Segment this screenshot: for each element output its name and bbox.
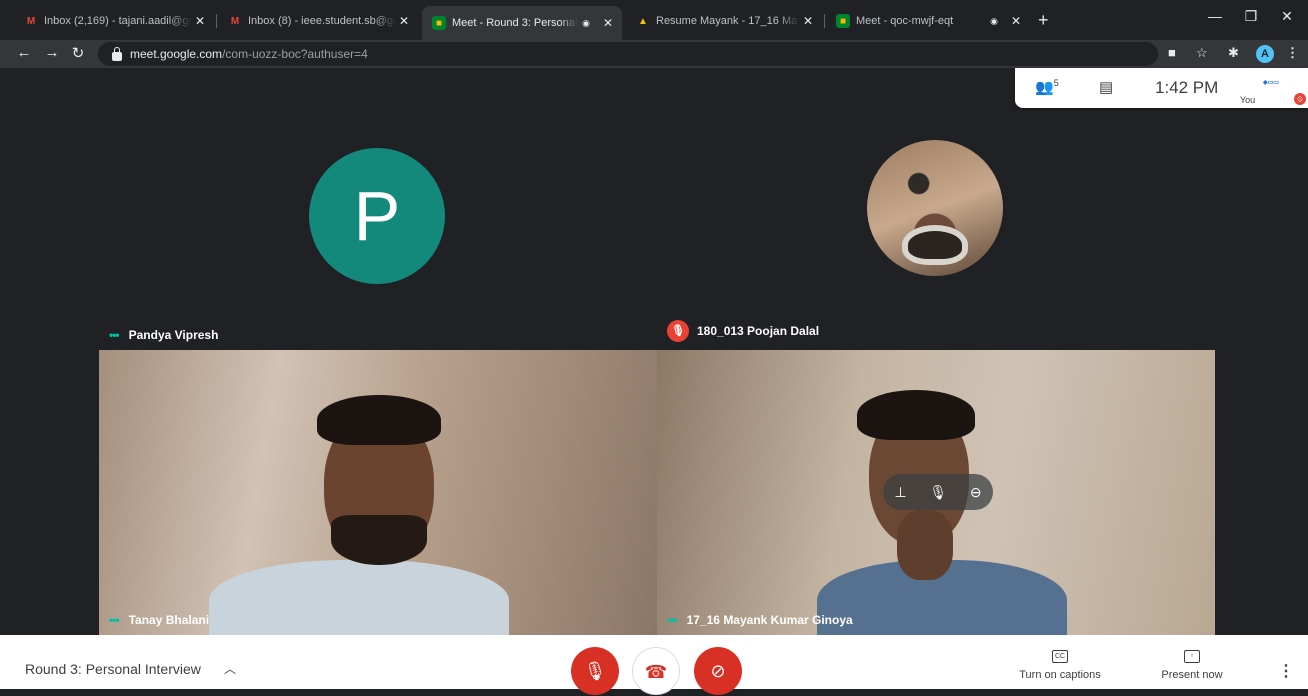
- tab-drive[interactable]: ▲ Resume Mayank - 17_16 Mayank ✕: [626, 8, 822, 34]
- tab-title: Meet - Round 3: Personal Int: [452, 17, 578, 29]
- meeting-controls-bar: Round 3: Personal Interview ︿ 🎙 ☎ ⊘ CC T…: [0, 635, 1308, 695]
- chat-icon[interactable]: ▤: [1099, 78, 1113, 96]
- recording-dot-icon: ◉: [582, 17, 590, 28]
- new-tab-icon[interactable]: +: [1038, 10, 1049, 31]
- meet-icon: ■: [432, 16, 446, 30]
- present-icon: ↑: [1184, 650, 1200, 663]
- video-feed: [317, 395, 441, 445]
- captions-label: Turn on captions: [1019, 669, 1101, 681]
- drive-icon: ▲: [638, 15, 648, 27]
- meeting-info-panel: 👥5 ▤ 1:42 PM ◆▭▭ You ⦸: [1015, 68, 1308, 108]
- participant-tile-poojan[interactable]: 🎙 180_013 Poojan Dalal: [657, 68, 1215, 350]
- gmail-icon: M: [26, 15, 36, 27]
- minimize-icon[interactable]: —: [1200, 8, 1230, 24]
- mic-toggle-button[interactable]: 🎙: [571, 647, 619, 695]
- bookmark-star-icon[interactable]: ☆: [1196, 45, 1208, 61]
- close-icon[interactable]: ✕: [396, 14, 412, 28]
- participant-tile-mayank[interactable]: ⊥ 🎙 ⊖ ••• 17_16 Mayank Kumar Ginoya: [657, 350, 1215, 635]
- close-icon[interactable]: ✕: [600, 16, 616, 30]
- mic-off-icon: 🎙: [583, 661, 607, 681]
- back-icon[interactable]: ←: [14, 44, 34, 61]
- lock-icon: [112, 46, 122, 61]
- tab-gmail-2[interactable]: M Inbox (8) - ieee.student.sb@gma ✕: [218, 8, 418, 34]
- avatar: P: [309, 148, 445, 284]
- tile-hover-controls: ⊥ 🎙 ⊖: [883, 474, 993, 510]
- hang-up-icon: ☎: [644, 662, 668, 682]
- speaking-indicator-icon: •••: [109, 328, 120, 342]
- forward-icon[interactable]: →: [42, 44, 62, 61]
- tab-title: Resume Mayank - 17_16 Mayank: [656, 15, 800, 27]
- mute-participant-icon[interactable]: 🎙: [929, 484, 947, 501]
- tab-meet-2[interactable]: ■ Meet - qoc-mwjf-eqt ◉ ✕: [826, 8, 1030, 34]
- speaking-indicator-icon: •••: [667, 613, 678, 627]
- participants-count: 5: [1053, 78, 1059, 88]
- tab-gmail-1[interactable]: M Inbox (2,169) - tajani.aadil@gma ✕: [14, 8, 214, 34]
- close-icon[interactable]: ✕: [800, 14, 816, 28]
- participant-name-label: ••• Pandya Vipresh: [109, 328, 219, 342]
- meeting-clock: 1:42 PM: [1155, 78, 1219, 97]
- recording-dot-icon: ◉: [990, 15, 998, 26]
- chevron-up-icon[interactable]: ︿: [224, 660, 236, 677]
- present-label: Present now: [1161, 669, 1223, 681]
- profile-avatar[interactable]: A: [1256, 45, 1274, 63]
- participant-name-label: ••• 17_16 Mayank Kumar Ginoya: [667, 613, 853, 627]
- meet-icon: ■: [836, 14, 850, 28]
- mic-off-icon: ⦸: [1294, 93, 1306, 105]
- participant-name-label: 🎙 180_013 Poojan Dalal: [667, 320, 819, 342]
- more-options-icon[interactable]: ⋮: [1278, 661, 1294, 681]
- reload-icon[interactable]: ↻: [68, 44, 88, 62]
- url-text: meet.google.com/com-uozz-boc?authuser=4: [130, 47, 368, 61]
- browser-tab-strip: M Inbox (2,169) - tajani.aadil@gma ✕ M I…: [0, 0, 1308, 40]
- camera-off-icon: ⊘: [710, 661, 726, 681]
- participant-name-label: ••• Tanay Bhalani: [109, 613, 210, 627]
- gmail-icon: M: [230, 15, 240, 27]
- video-feed: [209, 560, 509, 635]
- avatar: [867, 140, 1003, 276]
- camera-in-use-icon[interactable]: ■: [1168, 45, 1176, 60]
- speaking-indicator-icon: •••: [109, 613, 120, 627]
- close-icon[interactable]: ✕: [1008, 14, 1024, 28]
- captions-button[interactable]: CC Turn on captions: [1010, 649, 1110, 681]
- video-feed: [331, 515, 427, 565]
- window-close-icon[interactable]: ✕: [1272, 8, 1302, 25]
- self-label: You: [1240, 95, 1256, 105]
- address-bar[interactable]: meet.google.com/com-uozz-boc?authuser=4: [98, 42, 1158, 66]
- meet-stage: P ••• Pandya Vipresh 🎙 180_013 Poojan Da…: [0, 68, 1308, 635]
- mic-off-icon: 🎙: [667, 320, 689, 342]
- video-feed: [897, 510, 953, 580]
- meeting-title[interactable]: Round 3: Personal Interview: [25, 661, 201, 677]
- tab-title: Meet - qoc-mwjf-eqt: [856, 15, 954, 27]
- tab-title: Inbox (8) - ieee.student.sb@gma: [248, 15, 396, 27]
- restore-icon[interactable]: ❐: [1236, 8, 1266, 25]
- remove-participant-icon[interactable]: ⊖: [970, 484, 982, 501]
- browser-menu-icon[interactable]: ⋮: [1286, 45, 1299, 61]
- pin-icon[interactable]: ⊥: [894, 484, 906, 501]
- camera-toggle-button[interactable]: ⊘: [694, 647, 742, 695]
- participants-icon[interactable]: 👥5: [1035, 78, 1059, 96]
- participant-tile-tanay[interactable]: ••• Tanay Bhalani: [99, 350, 657, 635]
- extensions-icon[interactable]: ✱: [1228, 45, 1239, 61]
- self-view-thumbnail[interactable]: ◆▭▭: [1263, 79, 1279, 86]
- participant-tile-pandya[interactable]: P ••• Pandya Vipresh: [99, 68, 657, 350]
- video-feed: [857, 390, 975, 440]
- present-button[interactable]: ↑ Present now: [1152, 649, 1232, 681]
- tab-meet-active[interactable]: ■ Meet - Round 3: Personal Int ◉ ✕: [422, 6, 622, 40]
- browser-toolbar: ← → ↻ meet.google.com/com-uozz-boc?authu…: [0, 40, 1308, 68]
- leave-call-button[interactable]: ☎: [632, 647, 680, 695]
- tab-title: Inbox (2,169) - tajani.aadil@gma: [44, 15, 192, 27]
- close-icon[interactable]: ✕: [192, 14, 208, 28]
- captions-icon: CC: [1052, 650, 1068, 663]
